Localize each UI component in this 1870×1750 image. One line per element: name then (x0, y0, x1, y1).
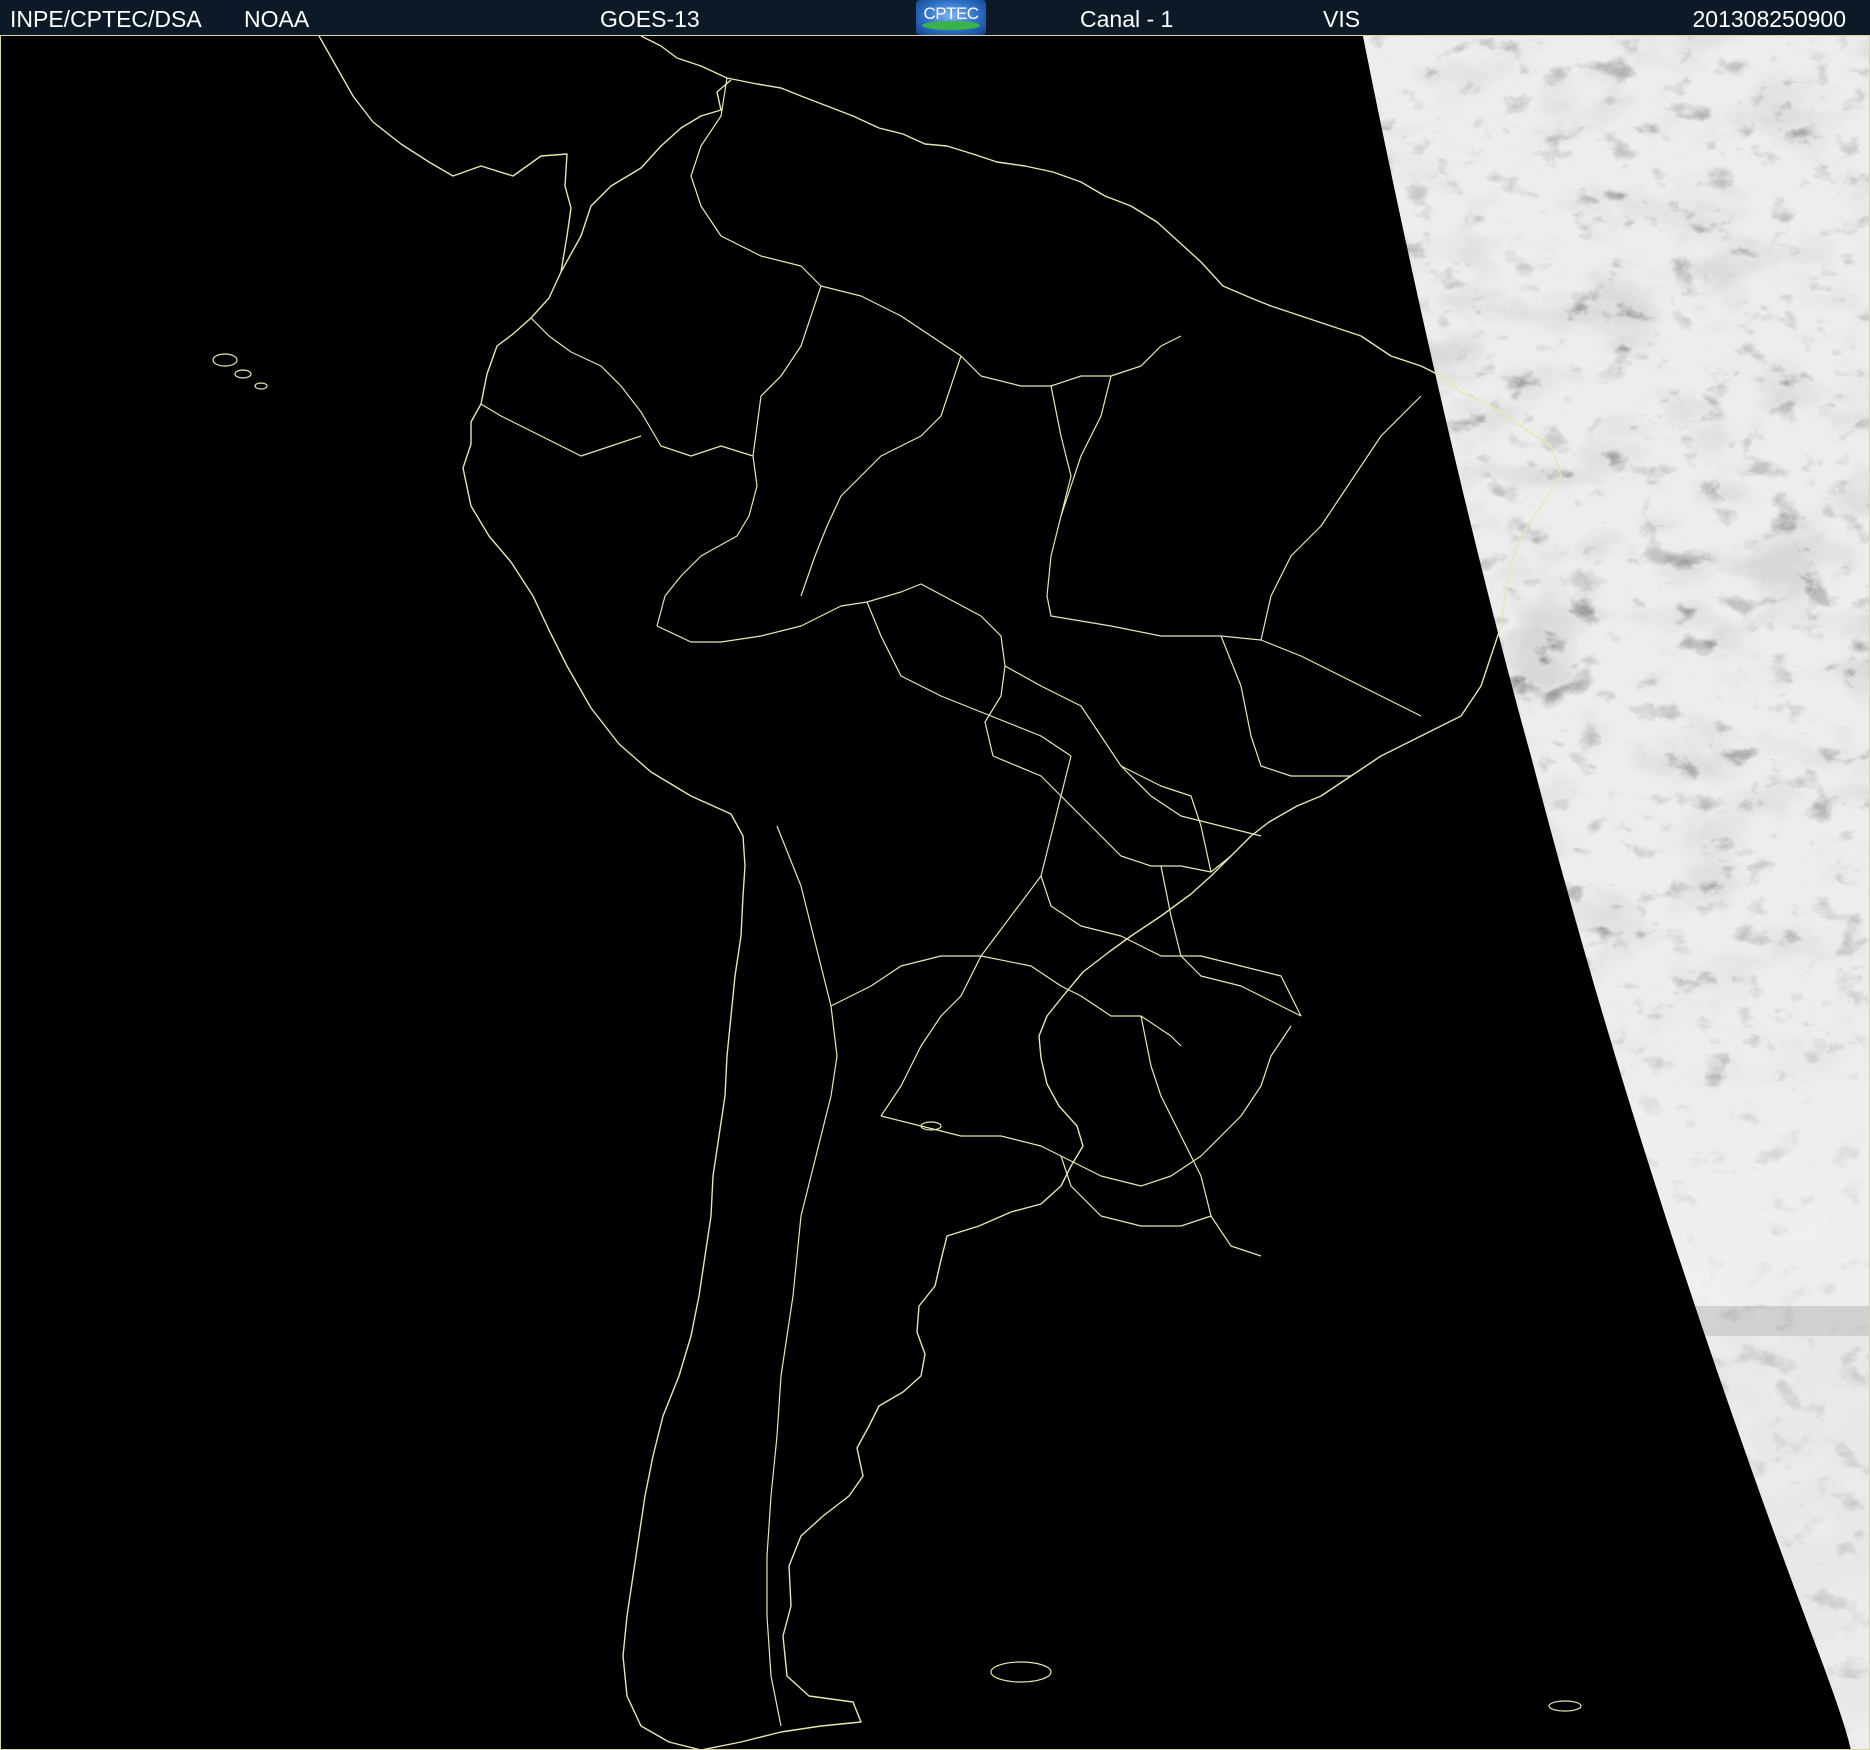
agency-label: NOAA (244, 6, 310, 32)
day-side-imagery (1363, 36, 1869, 1749)
satellite-label: GOES-13 (600, 6, 700, 32)
caribbean-coastline (560, 79, 732, 273)
band-label: VIS (1323, 6, 1361, 32)
south-america-coastline (318, 36, 746, 1749)
islands (212, 353, 1582, 1712)
logo-text: CPTEC (923, 4, 979, 23)
channel-label: Canal - 1 (1080, 6, 1174, 32)
political-borders (480, 77, 1422, 1727)
organization-label: INPE/CPTEC/DSA (10, 6, 202, 32)
cptec-logo-icon: CPTEC (916, 0, 986, 35)
header-bar: INPE/CPTEC/DSA NOAA GOES-13 CPTEC Canal … (0, 0, 1870, 36)
map-canvas (212, 36, 1869, 1749)
satellite-map (0, 36, 1870, 1750)
timestamp-label: 201308250900 (1692, 6, 1847, 32)
